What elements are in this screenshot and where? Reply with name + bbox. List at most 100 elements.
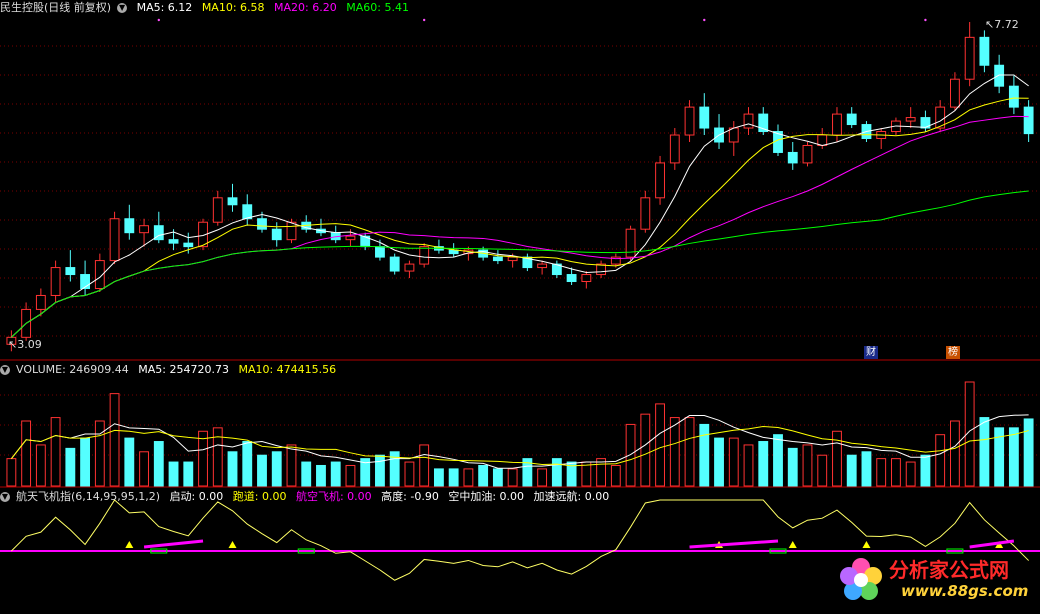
vol-ma10-label: MA10: 474415.56 bbox=[238, 363, 337, 376]
volume-bar bbox=[139, 451, 149, 487]
candle-body bbox=[168, 239, 179, 244]
candle-body bbox=[183, 242, 194, 248]
candle-body bbox=[271, 228, 282, 241]
candle-body bbox=[846, 113, 857, 126]
volume-ma5-line bbox=[10, 414, 1029, 469]
event-marker bbox=[924, 18, 927, 22]
volume-bar bbox=[507, 468, 518, 487]
ind-accel-label: 加速远航: 0.00 bbox=[533, 490, 610, 503]
volume-bar bbox=[404, 461, 415, 487]
candle-body bbox=[802, 144, 813, 164]
volume-bar bbox=[876, 458, 887, 487]
candle-body bbox=[669, 134, 680, 164]
volume-bar bbox=[492, 468, 503, 487]
volume-panel bbox=[6, 381, 1034, 487]
candle-body bbox=[684, 106, 695, 136]
volume-bar bbox=[419, 444, 430, 487]
volume-bar bbox=[242, 441, 253, 487]
volume-bar bbox=[257, 454, 267, 487]
site-logo: 分析家公式网 www.88gs.com bbox=[831, 550, 1036, 608]
watermark-title: 分析家公式网 bbox=[889, 558, 1009, 582]
volume-bar bbox=[35, 444, 46, 487]
candle-body bbox=[699, 106, 710, 129]
candle-body bbox=[905, 117, 916, 122]
candle-body bbox=[537, 263, 548, 269]
ma60-label: MA60: 5.41 bbox=[346, 1, 409, 14]
candle-body bbox=[227, 197, 238, 206]
ind-start-label: 启动: 0.00 bbox=[169, 490, 224, 503]
volume-bar bbox=[905, 461, 916, 487]
stock-title[interactable]: 民生控股(日线 前复权) bbox=[0, 1, 111, 14]
candle-body bbox=[419, 246, 430, 265]
volume-bar bbox=[802, 444, 813, 487]
volume-bar bbox=[684, 417, 695, 487]
high-price-label: ↖7.72 bbox=[985, 18, 1019, 31]
candle-body bbox=[124, 218, 135, 234]
candle-body bbox=[35, 294, 46, 310]
volume-bar bbox=[109, 393, 120, 487]
volume-bar bbox=[817, 454, 828, 487]
volume-bar bbox=[1008, 427, 1019, 487]
candle-body bbox=[212, 197, 223, 223]
volume-bar bbox=[433, 468, 444, 487]
volume-bar bbox=[949, 420, 960, 487]
volume-bar bbox=[669, 417, 680, 487]
volume-bar bbox=[80, 437, 91, 487]
volume-bar bbox=[699, 423, 710, 487]
volume-bar bbox=[345, 464, 356, 487]
watermark-url: www.88gs.com bbox=[901, 582, 1029, 600]
chart-canvas[interactable] bbox=[0, 0, 1040, 610]
price-panel bbox=[6, 18, 1034, 352]
volume-bar bbox=[1023, 418, 1034, 487]
takeoff-marker bbox=[788, 541, 797, 548]
volume-bar bbox=[861, 451, 872, 487]
candle-body bbox=[492, 256, 503, 262]
candle-body bbox=[507, 256, 518, 262]
candle-body bbox=[787, 151, 798, 164]
candle-body bbox=[640, 197, 651, 230]
volume-bar bbox=[920, 454, 931, 487]
volume-bar bbox=[316, 464, 326, 487]
takeoff-marker bbox=[228, 541, 237, 548]
candle-body bbox=[80, 274, 91, 289]
settings-dot-icon[interactable]: ▼ bbox=[117, 3, 128, 13]
candle-body bbox=[581, 274, 592, 283]
volume-bar bbox=[6, 458, 17, 487]
ma10-line bbox=[11, 97, 1029, 338]
ind-height-label: 高度: -0.90 bbox=[381, 490, 439, 503]
candle-body bbox=[139, 225, 149, 234]
volume-bar bbox=[846, 454, 857, 487]
candle-body bbox=[448, 249, 459, 255]
plane-segment bbox=[689, 539, 779, 549]
candle-body bbox=[389, 256, 400, 272]
candle-body bbox=[728, 127, 739, 143]
candle-body bbox=[743, 113, 754, 129]
volume-bar bbox=[640, 413, 651, 487]
ma5-label: MA5: 6.12 bbox=[136, 1, 193, 14]
settings-dot-icon[interactable]: ▼ bbox=[0, 492, 10, 502]
volume-bar bbox=[301, 461, 312, 487]
candle-body bbox=[949, 78, 960, 108]
volume-bar bbox=[596, 458, 607, 487]
ma20-line bbox=[11, 115, 1029, 338]
candle-body bbox=[1023, 106, 1034, 135]
candle-body bbox=[257, 218, 267, 230]
volume-bar bbox=[743, 444, 754, 487]
rank-badge[interactable]: 榜 bbox=[946, 346, 960, 359]
low-price-label: ↖3.09 bbox=[8, 338, 42, 351]
takeoff-marker bbox=[125, 541, 134, 548]
event-marker bbox=[703, 18, 706, 22]
ma60-line bbox=[11, 190, 1029, 338]
finance-badge[interactable]: 财 bbox=[864, 346, 878, 359]
settings-dot-icon[interactable]: ▼ bbox=[0, 365, 10, 375]
indicator-header: ▼ 航天飞机指(6,14,95,95,1,2) 启动: 0.00 跑道: 0.00… bbox=[0, 489, 615, 505]
volume-bar bbox=[625, 423, 636, 487]
volume-bar bbox=[478, 464, 489, 487]
candle-body bbox=[50, 267, 61, 296]
volume-bar bbox=[773, 434, 783, 487]
candle-body bbox=[109, 218, 120, 262]
candle-body bbox=[242, 204, 253, 220]
price-header: 民生控股(日线 前复权) ▼ MA5: 6.12 MA10: 6.58 MA20:… bbox=[0, 0, 415, 16]
volume-bar bbox=[168, 461, 179, 487]
volume-bar bbox=[375, 454, 385, 487]
